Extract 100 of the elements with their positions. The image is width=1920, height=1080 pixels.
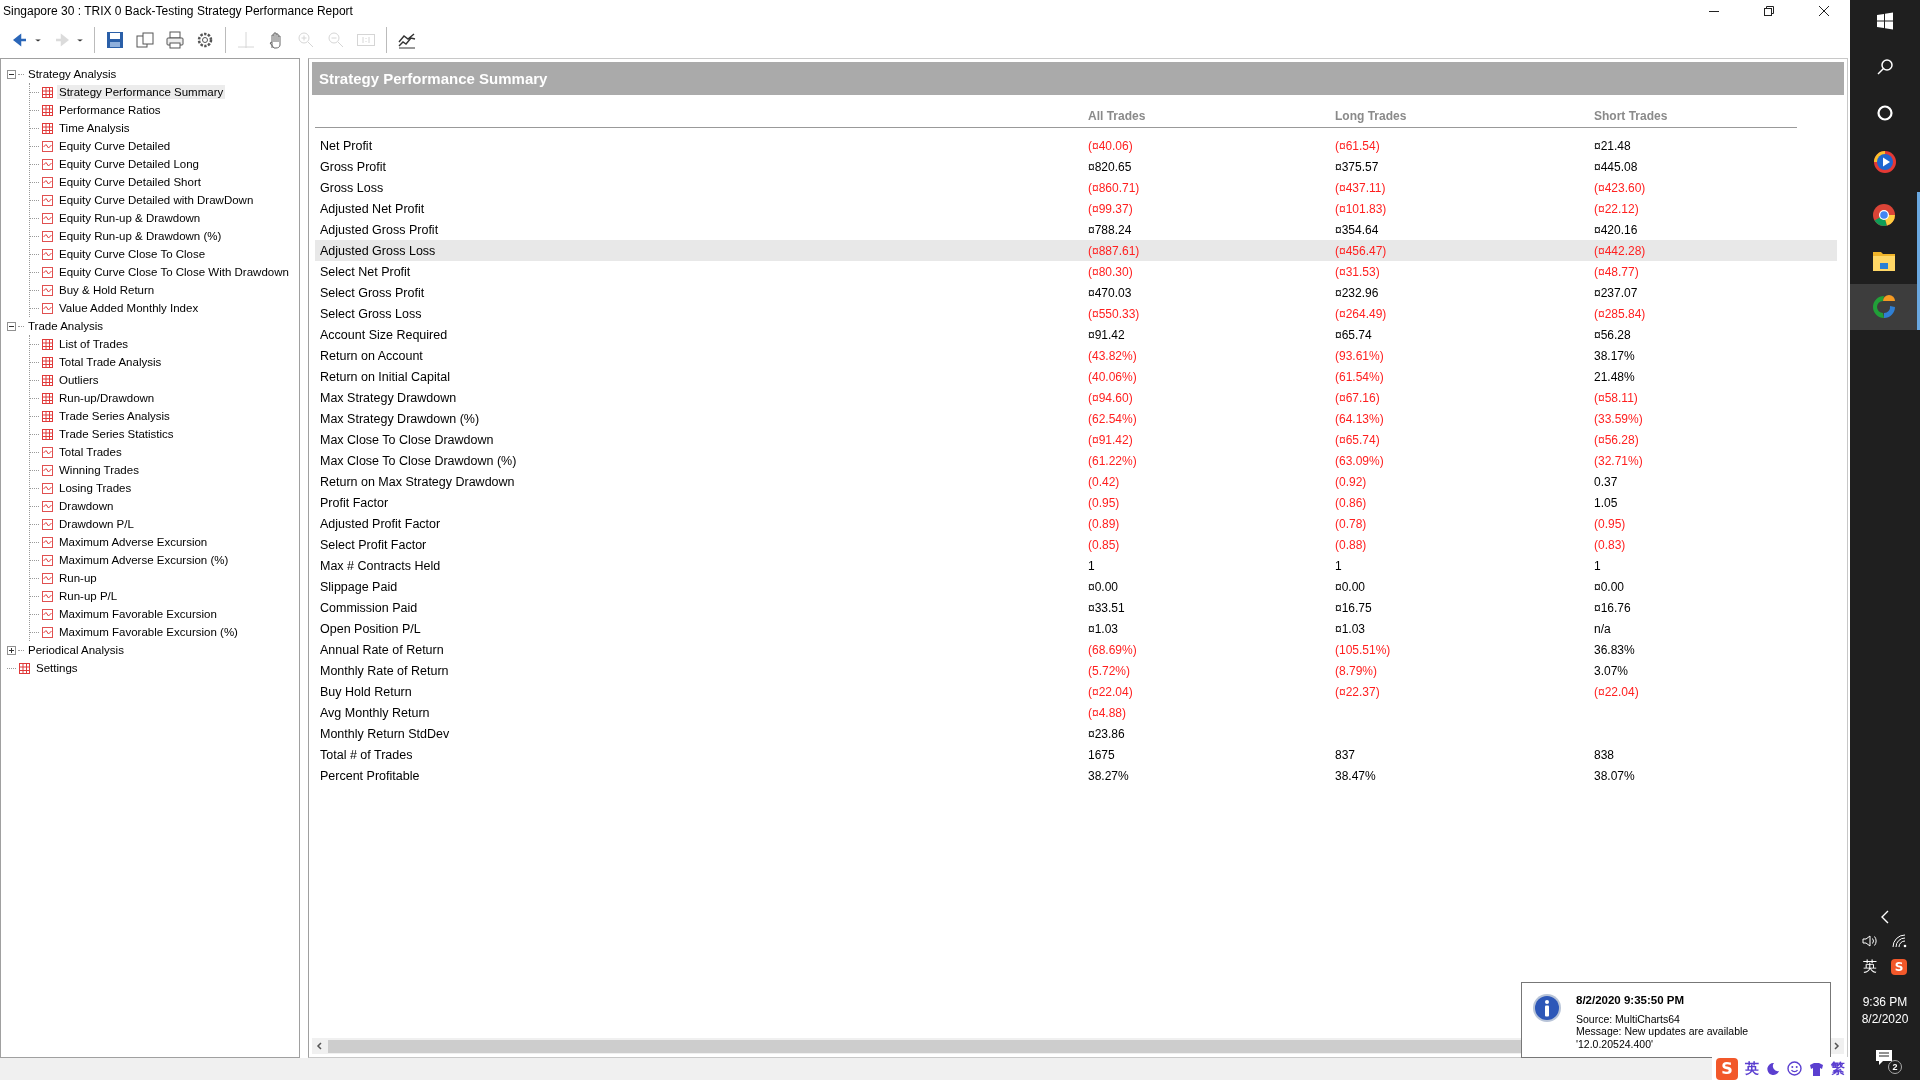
table-cell: 838 — [1594, 747, 1615, 762]
row-label: Adjusted Gross Loss — [319, 243, 437, 258]
notification-center-button[interactable]: 2 — [1870, 1044, 1900, 1072]
table-cell: ¤445.08 — [1594, 159, 1638, 174]
tree-item[interactable]: Equity Curve Close To Close With Drawdown — [57, 265, 291, 279]
table-cell-text: (¤437.11) — [1335, 180, 1387, 195]
tree-item[interactable]: Losing Trades — [57, 481, 134, 495]
input-mode[interactable]: 英 — [1745, 1059, 1759, 1078]
tree-item[interactable]: Drawdown P/L — [57, 517, 136, 531]
table-cell-text: (¤101.83) — [1335, 201, 1388, 216]
table-cell-text: (5.72%) — [1088, 663, 1132, 678]
table-cell: ¤16.76 — [1594, 600, 1631, 615]
table-cell-text: (¤67.16) — [1335, 390, 1381, 405]
clock-date: 8/2/2020 — [1861, 1011, 1909, 1028]
table-cell: 38.07% — [1594, 768, 1635, 783]
tree-item[interactable]: Equity Curve Detailed — [57, 139, 173, 153]
table-cell-text: (61.54%) — [1335, 369, 1385, 384]
table-cell-text: (61.22%) — [1088, 453, 1138, 468]
tree-item[interactable]: Periodical Analysis — [26, 643, 126, 657]
table-cell-text: (62.54%) — [1088, 411, 1138, 426]
tree-item[interactable]: Equity Run-up & Drawdown (%) — [57, 229, 224, 243]
table-cell-text: (¤40.06) — [1088, 138, 1134, 153]
table-cell-text: ¤788.24 — [1088, 222, 1133, 237]
column-header: Long Trades — [1335, 109, 1408, 123]
notification-popup[interactable]: 8/2/2020 9:35:50 PM Source: MultiCharts64 Message: New updates are available '12.0.20524.400' — [1521, 982, 1831, 1058]
table-cell-text: (40.06%) — [1088, 369, 1138, 384]
row-label: Total # of Trades — [319, 747, 414, 762]
clock[interactable]: 9:36 PM 8/2/2020 — [1861, 994, 1909, 1028]
table-cell-text: ¤470.03 — [1088, 285, 1133, 300]
table-cell: ¤0.00 — [1594, 579, 1625, 594]
row-label: Account Size Required — [319, 327, 449, 342]
tree-item[interactable]: Run-up — [57, 571, 99, 585]
tree-item[interactable]: List of Trades — [57, 337, 131, 351]
notification-count: 2 — [1888, 1060, 1902, 1074]
tree-item[interactable]: Equity Run-up & Drawdown — [57, 211, 203, 225]
table-cell-text: ¤0.00 — [1335, 579, 1367, 594]
table-cell: (32.71%) — [1594, 453, 1643, 468]
tree-item[interactable]: Outliers — [57, 373, 101, 387]
table-cell-text: (¤4.88) — [1088, 705, 1128, 720]
row-label: Buy Hold Return — [319, 684, 413, 699]
table-cell: ¤56.28 — [1594, 327, 1631, 342]
tree-item[interactable]: Run-up/Drawdown — [57, 391, 157, 405]
table-cell-text: 1675 — [1088, 747, 1116, 762]
notification-source: Source: MultiCharts64 — [1576, 1012, 1681, 1025]
tree-item[interactable]: Total Trades — [57, 445, 124, 459]
notification-message: Message: New updates are available — [1576, 1025, 1749, 1038]
tree-item[interactable]: Maximum Adverse Excursion — [57, 535, 210, 549]
table-cell-text: ¤16.75 — [1335, 600, 1373, 615]
tree-item[interactable]: Time Analysis — [57, 121, 132, 135]
table-cell-text: ¤375.57 — [1335, 159, 1380, 174]
table-cell: 38.17% — [1594, 348, 1635, 363]
tree-item[interactable]: Equity Curve Close To Close — [57, 247, 208, 261]
tree-item[interactable]: Strategy Performance Summary — [57, 85, 226, 99]
notification-time: 8/2/2020 9:35:50 PM — [1576, 994, 1686, 1007]
tree-item[interactable]: Value Added Monthly Index — [57, 301, 201, 315]
table-cell-text: (¤264.49) — [1335, 306, 1388, 321]
tree-item[interactable]: Run-up P/L — [57, 589, 120, 603]
tree-item[interactable]: Maximum Adverse Excursion (%) — [57, 553, 231, 567]
table-cell-text: (¤65.74) — [1335, 432, 1381, 447]
tree-item[interactable]: Trade Analysis — [26, 319, 105, 333]
row-label: Select Gross Loss — [319, 306, 423, 321]
input-mode[interactable]: 英 — [1863, 958, 1877, 976]
table-cell-text: ¤33.51 — [1088, 600, 1126, 615]
table-cell-text: ¤65.74 — [1335, 327, 1373, 342]
tree-item[interactable]: Equity Curve Detailed with DrawDown — [57, 193, 256, 207]
table-cell-text: (¤887.61) — [1088, 243, 1141, 258]
table-cell-text: (0.88) — [1335, 537, 1368, 552]
tree-item[interactable]: Performance Ratios — [57, 103, 163, 117]
tree-item[interactable]: Equity Curve Detailed Long — [57, 157, 201, 171]
table-cell-text: 1 — [1335, 558, 1343, 573]
table-cell-text: (93.61%) — [1335, 348, 1385, 363]
tree-item[interactable]: Maximum Favorable Excursion — [57, 607, 219, 621]
table-cell: (¤56.28) — [1594, 432, 1639, 447]
tree-item[interactable]: Maximum Favorable Excursion (%) — [57, 625, 240, 639]
table-cell-text: (0.89) — [1088, 516, 1121, 531]
tree-item[interactable]: Settings — [34, 661, 80, 675]
table-cell-text: (64.13%) — [1335, 411, 1385, 426]
table-cell-text: (¤99.37) — [1088, 201, 1134, 216]
tree-item[interactable]: Buy & Hold Return — [57, 283, 157, 297]
clock-time: 9:36 PM — [1862, 994, 1908, 1011]
tree-item[interactable]: Trade Series Statistics — [57, 427, 176, 441]
table-cell-text: (43.82%) — [1088, 348, 1138, 363]
row-label: Percent Profitable — [319, 768, 421, 783]
table-cell-text: (¤22.37) — [1335, 684, 1381, 699]
tree-item[interactable]: Strategy Analysis — [26, 67, 119, 81]
table-cell: ¤21.48 — [1594, 138, 1631, 153]
table-cell-text: (¤22.04) — [1088, 684, 1134, 699]
table-cell: ¤237.07 — [1594, 285, 1638, 300]
row-label: Max Close To Close Drawdown (%) — [319, 453, 518, 468]
script-toggle[interactable]: 繁 — [1831, 1059, 1845, 1078]
tree-item[interactable]: Drawdown — [57, 499, 116, 513]
tree-item[interactable]: Trade Series Analysis — [57, 409, 172, 423]
row-label: Monthly Return StdDev — [319, 726, 451, 741]
table-row[interactable]: Adjusted Gross Loss (¤887.61) (¤456.47) (¤442.28) — [315, 240, 1837, 261]
tree-item[interactable]: Total Trade Analysis — [57, 355, 164, 369]
row-label: Return on Initial Capital — [319, 369, 451, 384]
table-cell-text: 38.27% — [1088, 768, 1130, 783]
tree-item[interactable]: Equity Curve Detailed Short — [57, 175, 203, 189]
row-label: Max Strategy Drawdown — [319, 390, 458, 405]
tree-item[interactable]: Winning Trades — [57, 463, 141, 477]
